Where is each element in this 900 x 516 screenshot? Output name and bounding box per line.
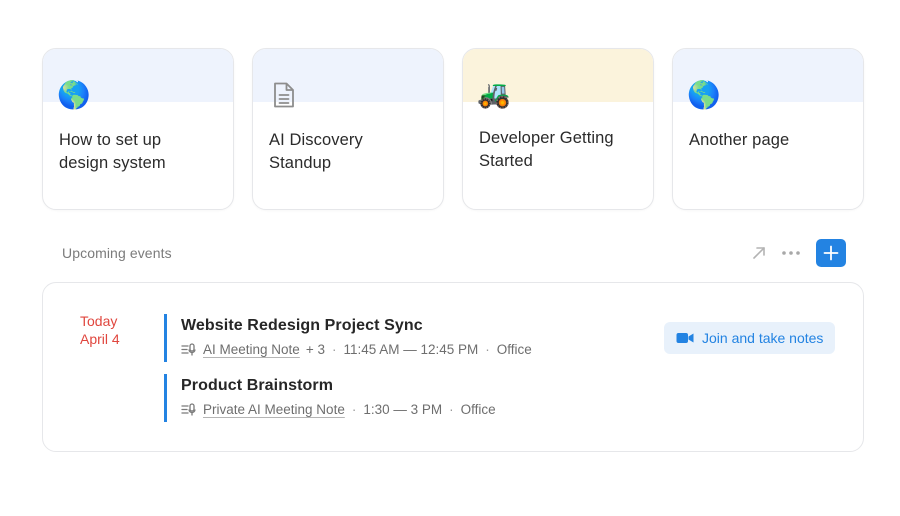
more-options-button[interactable] [778, 240, 804, 266]
section-title-upcoming-events: Upcoming events [62, 245, 172, 261]
events-actions [746, 239, 846, 267]
card-title: Developer Getting Started [479, 129, 614, 170]
upcoming-events-panel: Today April 4 Website Redesign Project S… [42, 282, 864, 452]
video-camera-icon [676, 333, 694, 343]
more-icon [782, 251, 800, 255]
meeting-note-link[interactable]: Private AI Meeting Note [203, 402, 345, 417]
separator: · [485, 342, 490, 357]
tractor-icon: 🚜 [477, 78, 511, 109]
event-location: Office [460, 402, 496, 417]
event-item[interactable]: Website Redesign Project Sync AI Meeting… [164, 314, 532, 362]
event-meta: Private AI Meeting Note · 1:30 — 3 PM · … [181, 402, 496, 417]
open-arrow-button[interactable] [746, 240, 772, 266]
card-title: How to set up design system [59, 131, 166, 172]
globe-icon: 🌎 [687, 79, 721, 110]
page-card-developer-getting-started[interactable]: 🚜 Developer Getting Started [462, 48, 654, 210]
card-title: Another page [689, 131, 790, 149]
separator: · [449, 402, 454, 417]
page-card-design-system[interactable]: 🌎 How to set up design system [42, 48, 234, 210]
event-time: 11:45 AM — 12:45 PM [343, 342, 479, 357]
meeting-note-link[interactable]: AI Meeting Note [203, 342, 300, 357]
attendee-count: + 3 [305, 342, 325, 357]
add-icon [823, 245, 839, 261]
join-button-label: Join and take notes [702, 330, 824, 346]
page-cards: 🌎 How to set up design system AI Discove… [42, 48, 864, 210]
date-label: Today [80, 313, 118, 329]
card-title: AI Discovery Standup [269, 131, 363, 172]
event-item[interactable]: Product Brainstorm Private AI Meeting No… [164, 374, 496, 422]
page-card-another-page[interactable]: 🌎 Another page [672, 48, 864, 210]
meeting-note-icon [181, 402, 197, 417]
event-meta: AI Meeting Note + 3 · 11:45 AM — 12:45 P… [181, 342, 532, 357]
page-card-ai-discovery[interactable]: AI Discovery Standup [252, 48, 444, 210]
event-title: Website Redesign Project Sync [181, 317, 423, 334]
add-event-button[interactable] [816, 239, 846, 267]
event-title: Product Brainstorm [181, 377, 334, 394]
separator: · [351, 402, 357, 417]
open-arrow-icon [753, 247, 765, 259]
separator: · [331, 342, 337, 357]
document-icon [268, 79, 300, 111]
join-and-take-notes-button[interactable]: Join and take notes [664, 322, 836, 354]
event-date: Today April 4 [80, 312, 120, 348]
event-time: 1:30 — 3 PM [363, 402, 443, 417]
date-value: April 4 [80, 331, 120, 347]
event-location: Office [496, 342, 532, 357]
meeting-note-icon [181, 342, 197, 357]
globe-icon: 🌎 [57, 79, 91, 110]
